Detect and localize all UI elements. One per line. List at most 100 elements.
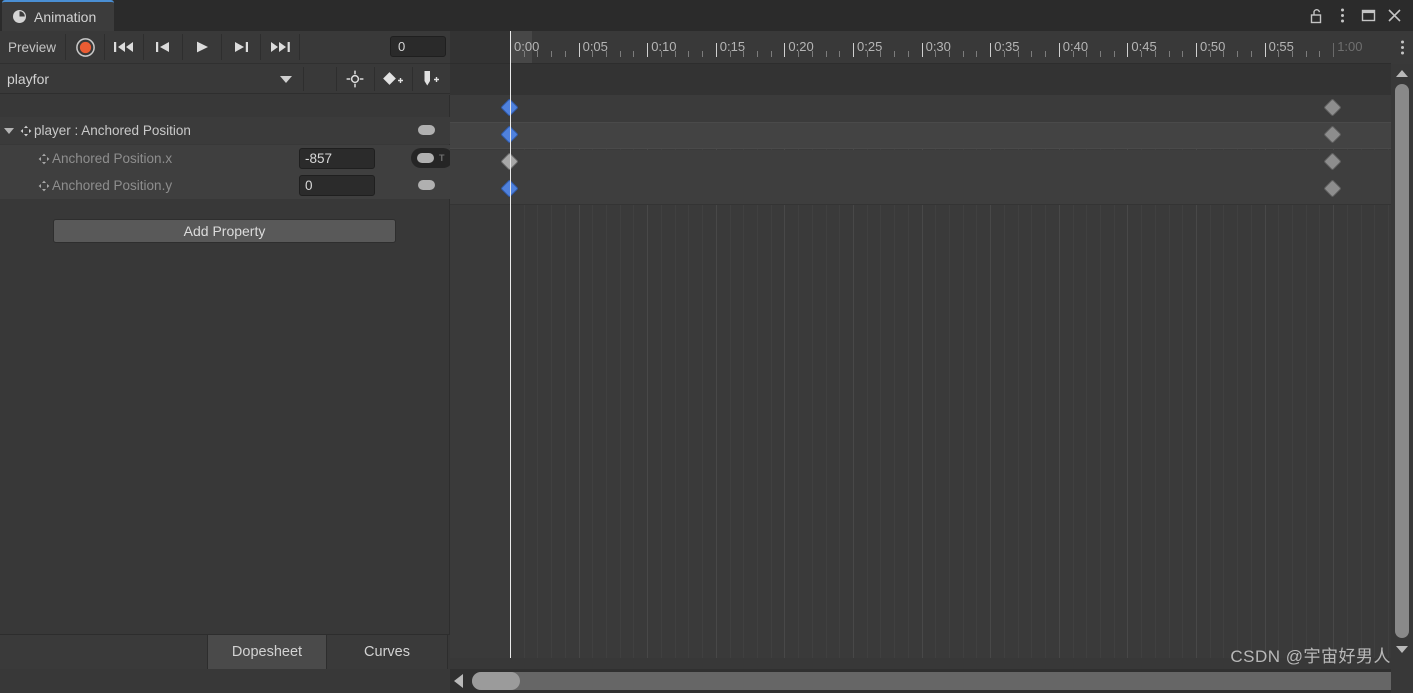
- next-keyframe-button[interactable]: [222, 32, 260, 63]
- previous-keyframe-button[interactable]: [144, 32, 182, 63]
- dopesheet-track-summary[interactable]: [450, 95, 1391, 122]
- window-controls: [1303, 0, 1407, 31]
- add-keyframe-button[interactable]: [375, 64, 412, 94]
- tab-dopesheet[interactable]: Dopesheet: [208, 635, 327, 669]
- property-group-row[interactable]: player : Anchored Position: [0, 117, 450, 144]
- clock-icon: [12, 9, 27, 24]
- property-value-input[interactable]: 0: [299, 175, 375, 196]
- property-row-anchored-position-y[interactable]: Anchored Position.y 0: [0, 172, 450, 199]
- bottom-tab-bar: Dopesheet Curves: [0, 634, 450, 669]
- ruler-minor-tick: [1223, 51, 1225, 57]
- ruler-minor-tick: [729, 51, 731, 57]
- add-property-button[interactable]: Add Property: [53, 219, 396, 243]
- ruler-minor-tick: [564, 51, 566, 57]
- curve-toggle-icon[interactable]: [415, 123, 437, 137]
- kebab-menu-icon[interactable]: [1329, 0, 1355, 31]
- ruler-minor-tick: [1113, 51, 1115, 57]
- dopesheet-track-x[interactable]: [450, 150, 1391, 177]
- tab-animation[interactable]: Animation: [2, 0, 115, 31]
- ruler-minor-tick: [935, 51, 937, 57]
- property-row-anchored-position-x[interactable]: Anchored Position.x -857 T: [0, 145, 453, 172]
- ruler-minor-tick: [1305, 51, 1307, 57]
- ruler-minor-tick: [1086, 51, 1088, 57]
- horizontal-scrollbar[interactable]: [450, 669, 1413, 693]
- curve-toggle-icon[interactable]: T: [411, 148, 453, 168]
- ruler-minor-tick: [811, 51, 813, 57]
- last-keyframe-button[interactable]: [261, 32, 299, 63]
- ruler-minor-tick: [743, 51, 745, 57]
- ruler-minor-tick: [798, 51, 800, 57]
- ruler-minor-tick: [825, 51, 827, 57]
- dopesheet-track-group[interactable]: [450, 122, 1391, 149]
- ruler-minor-tick: [1168, 51, 1170, 57]
- horizontal-scrollbar-thumb[interactable]: [472, 672, 520, 690]
- ruler-minor-tick: [660, 51, 662, 57]
- chevron-left-icon[interactable]: [454, 674, 463, 688]
- horizontal-scrollbar-track[interactable]: [472, 672, 1410, 690]
- ruler-minor-tick: [523, 51, 525, 57]
- property-row-label: Anchored Position.y: [52, 178, 173, 193]
- ruler-minor-tick: [551, 51, 553, 57]
- vertical-scrollbar-thumb[interactable]: [1395, 84, 1409, 638]
- foldout-toggle[interactable]: [0, 127, 18, 134]
- ruler-minor-tick: [962, 51, 964, 57]
- ruler-minor-tick: [633, 51, 635, 57]
- ruler-minor-tick: [770, 51, 772, 57]
- property-row-label: Anchored Position.x: [52, 151, 173, 166]
- toolbar-divider: [299, 34, 301, 60]
- ruler-minor-tick: [1099, 51, 1101, 57]
- clip-selector-row: playfor: [0, 64, 450, 94]
- playhead-line[interactable]: [510, 64, 511, 658]
- scrollbar-corner: [1391, 669, 1413, 693]
- chevron-down-icon: [4, 127, 14, 134]
- ruler-minor-tick: [537, 51, 539, 57]
- timeline-options-button[interactable]: [1391, 31, 1413, 64]
- add-event-button[interactable]: [413, 64, 450, 94]
- tab-curves[interactable]: Curves: [327, 635, 448, 669]
- ruler-minor-tick: [606, 51, 608, 57]
- ruler-minor-tick: [880, 51, 882, 57]
- chevron-up-icon[interactable]: [1391, 66, 1413, 80]
- track-divider: [450, 204, 1391, 205]
- ruler-minor-tick: [1237, 51, 1239, 57]
- preview-label[interactable]: Preview: [0, 40, 65, 55]
- watermark-text: CSDN @宇宙好男人: [1230, 647, 1391, 666]
- ruler-minor-tick: [1154, 51, 1156, 57]
- clip-dropdown-label: playfor: [7, 70, 50, 87]
- filter-by-selection-button[interactable]: [337, 64, 374, 94]
- clip-dropdown[interactable]: playfor: [0, 64, 303, 94]
- ruler-minor-tick: [1045, 51, 1047, 57]
- dopesheet-summary-header: [450, 64, 1391, 95]
- property-value-input[interactable]: -857: [299, 148, 375, 169]
- drag-handle-icon: [36, 180, 52, 192]
- chevron-down-icon[interactable]: [1391, 642, 1413, 656]
- first-keyframe-button[interactable]: [105, 32, 143, 63]
- ruler-minor-tick: [619, 51, 621, 57]
- ruler-minor-tick: [1250, 51, 1252, 57]
- ruler-minor-tick: [866, 51, 868, 57]
- ruler-minor-tick: [1278, 51, 1280, 57]
- record-keyframes-button[interactable]: [66, 32, 104, 63]
- ruler-minor-tick: [688, 51, 690, 57]
- ruler-minor-tick: [756, 51, 758, 57]
- current-frame-input[interactable]: 0: [390, 36, 446, 57]
- ruler-minor-tick: [839, 51, 841, 57]
- close-icon[interactable]: [1381, 0, 1407, 31]
- ruler-minor-tick: [1292, 51, 1294, 57]
- property-list-panel: player : Anchored Position Anchored Posi…: [0, 95, 453, 658]
- dopesheet-area[interactable]: [450, 64, 1391, 658]
- vertical-scrollbar[interactable]: [1391, 64, 1413, 658]
- dopesheet-track-y[interactable]: [450, 177, 1391, 204]
- ruler-label: 1:00: [1337, 39, 1363, 54]
- timeline-ruler[interactable]: 0:00 0:05 0:10 0:15 0:20 0:25 0:30 0:35 0:40 0:45…: [450, 31, 1413, 64]
- curve-toggle-extra-label: T: [439, 153, 445, 163]
- maximize-icon[interactable]: [1355, 0, 1381, 31]
- play-button[interactable]: [183, 32, 221, 63]
- curve-toggle-icon[interactable]: [415, 178, 437, 192]
- ruler-minor-tick: [894, 51, 896, 57]
- window-tab-strip: Animation: [0, 0, 1413, 31]
- ruler-minor-tick: [1319, 51, 1321, 57]
- ruler-minor-tick: [1031, 51, 1033, 57]
- lock-icon[interactable]: [1303, 0, 1329, 31]
- bottom-bar-filler: [0, 635, 208, 669]
